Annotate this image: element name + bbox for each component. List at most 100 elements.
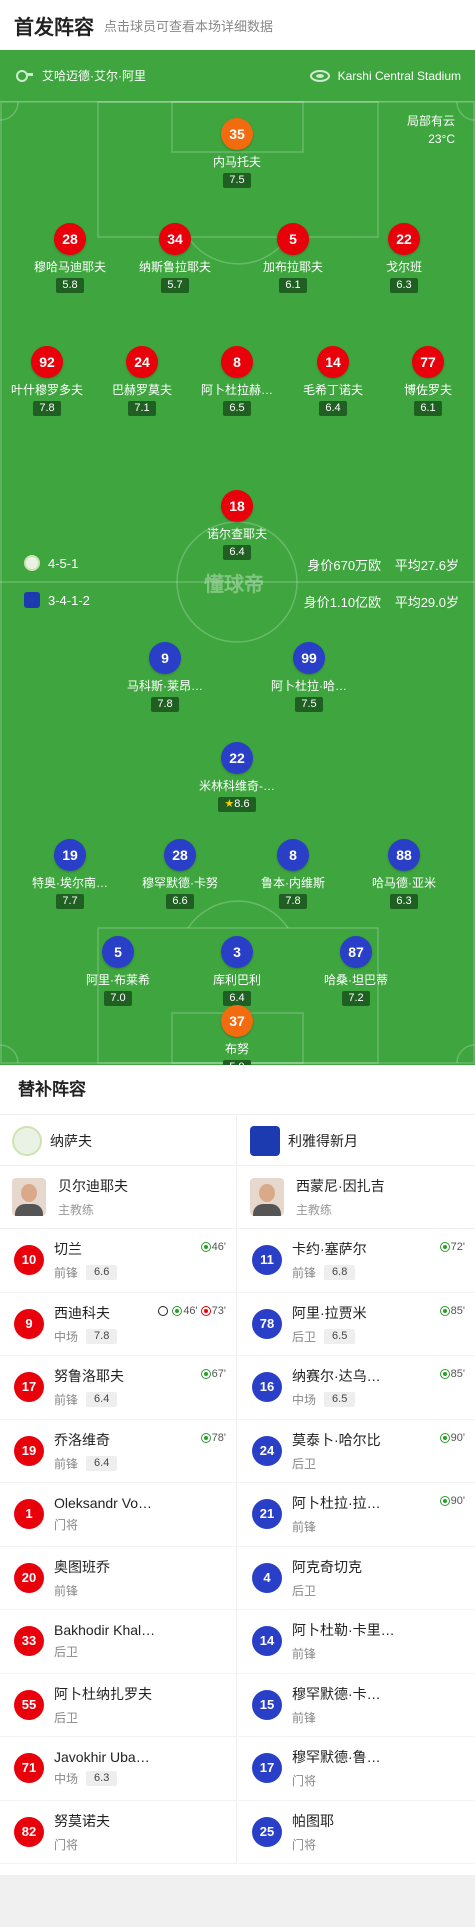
away-player[interactable]: 5 阿里·布莱希 7.0	[63, 936, 173, 1006]
substitution-event: 85'	[437, 1305, 465, 1317]
home-team-row[interactable]: 纳萨夫	[0, 1116, 236, 1166]
rating-value: 7.8	[285, 895, 301, 907]
jersey-number: 17	[252, 1753, 282, 1784]
substitute-row[interactable]: 82 努莫诺夫 门将	[0, 1801, 236, 1864]
away-player[interactable]: 19 特奥·埃尔南… 7.7	[15, 839, 125, 909]
away-formation: 3-4-1-2	[24, 592, 90, 608]
rating-value: 7.7	[62, 895, 78, 907]
home-player[interactable]: 24 巴赫罗莫夫 7.1	[87, 346, 197, 416]
player-rating: 7.1	[128, 401, 156, 416]
substitute-row[interactable]: 1 Oleksandr Vo… 门将	[0, 1483, 236, 1547]
player-rating: 6.1	[414, 401, 442, 416]
substitute-row[interactable]: 71 Javokhir Uba… 中场 6.3	[0, 1737, 236, 1801]
away-player[interactable]: 22 米林科维奇-… ★8.6	[182, 742, 292, 812]
substitute-row[interactable]: 55 阿卜杜纳扎罗夫 后卫	[0, 1674, 236, 1737]
player-rating: 6.6	[86, 1265, 118, 1281]
away-team-row[interactable]: 利雅得新月	[238, 1116, 475, 1166]
substitute-row[interactable]: 78 阿里·拉贾米 后卫 6.5 85'	[238, 1293, 475, 1356]
home-player[interactable]: 34 纳斯鲁拉耶夫 5.7	[120, 223, 230, 293]
jersey-number: 22	[388, 223, 420, 255]
away-player[interactable]: 8 鲁本·内维斯 7.8	[238, 839, 348, 909]
rating-value: 6.4	[229, 992, 245, 1004]
jersey-number: 24	[126, 346, 158, 378]
player-name: 切兰	[54, 1241, 82, 1258]
away-player[interactable]: 37布努5.9	[182, 1005, 292, 1065]
player-rating: 6.1	[279, 278, 307, 293]
substitute-row[interactable]: 14 阿卜杜勒·卡里… 前锋	[238, 1610, 475, 1674]
home-team-name: 纳萨夫	[50, 1132, 92, 1149]
away-player[interactable]: 87 哈桑·坦巴蒂 7.2	[301, 936, 411, 1006]
player-position: 后卫	[54, 1710, 79, 1725]
home-player[interactable]: 18 诺尔查耶夫 6.4	[182, 490, 292, 560]
player-rating: 7.5	[295, 697, 323, 712]
substitute-row[interactable]: 25 帕图耶 门将	[238, 1801, 475, 1864]
substitute-row[interactable]: 33 Bakhodir Khal… 后卫	[0, 1610, 236, 1674]
substitute-row[interactable]: 24 莫泰卜·哈尔比 后卫 90'	[238, 1420, 475, 1483]
sub-in-minute: 90'	[450, 1495, 465, 1507]
substitute-row[interactable]: 10 切兰 前锋 6.6 46'	[0, 1229, 236, 1293]
player-name: 布努	[224, 1042, 249, 1056]
player-name: 乔洛维奇	[54, 1431, 110, 1448]
player-position: 门将	[292, 1837, 317, 1852]
sub-in-icon	[439, 1369, 450, 1379]
substitute-row[interactable]: 20 奥图班乔 前锋	[0, 1547, 236, 1610]
player-name: 戈尔班	[385, 260, 422, 274]
sub-in-minute: 90'	[450, 1431, 465, 1444]
rating-value: 7.2	[348, 992, 364, 1004]
rating-value: 6.1	[285, 279, 301, 291]
lineup-title: 首发阵容	[14, 16, 94, 39]
player-rating: 5.7	[161, 278, 189, 293]
substitute-row[interactable]: 4 阿克奇切克 后卫	[238, 1547, 475, 1610]
player-rating: ★8.6	[218, 797, 256, 812]
away-player[interactable]: 3 库利巴利 6.4	[182, 936, 292, 1006]
home-player[interactable]: 77 博佐罗夫 6.1	[373, 346, 475, 416]
substitution-event: 46' 73'	[155, 1305, 226, 1317]
substitute-row[interactable]: 17 穆罕默德·鲁… 门将	[238, 1737, 475, 1801]
rating-value: 7.1	[134, 402, 150, 414]
jersey-number: 35	[221, 118, 253, 150]
home-coach[interactable]: 贝尔迪耶夫 主教练	[0, 1166, 236, 1229]
away-player[interactable]: 99 阿卜杜拉·哈… 7.5	[254, 642, 364, 712]
player-position: 前锋	[54, 1456, 79, 1471]
rating-value: 7.0	[110, 992, 126, 1004]
player-name: 纳斯鲁拉耶夫	[138, 260, 211, 274]
substitute-row[interactable]: 17 努鲁洛耶夫 前锋 6.4 67'	[0, 1356, 236, 1420]
home-player[interactable]: 28 穆哈马迪耶夫 5.8	[15, 223, 125, 293]
jersey-number: 9	[14, 1308, 44, 1339]
weather-temperature: 23°C	[428, 132, 455, 146]
substitute-row[interactable]: 11 卡约·塞萨尔 前锋 6.8 72'	[238, 1229, 475, 1293]
sub-in-icon	[439, 1242, 450, 1252]
player-rating: 6.5	[324, 1392, 356, 1408]
home-player[interactable]: 35 内马托夫 7.5	[182, 118, 292, 188]
coach-name: 西蒙尼·因扎吉	[296, 1178, 385, 1194]
jersey-number: 28	[164, 839, 196, 871]
rating-value: 7.5	[301, 698, 317, 710]
player-name: 纳赛尔·达乌…	[292, 1368, 381, 1385]
stadium-icon	[309, 69, 330, 83]
player-name: 毛希丁诺夫	[302, 383, 363, 397]
substitute-row[interactable]: 15 穆罕默德·卡… 前锋	[238, 1674, 475, 1737]
player-name: 帕图耶	[292, 1812, 334, 1829]
substitute-row[interactable]: 16 纳赛尔·达乌… 中场 6.5 85'	[238, 1356, 475, 1420]
jersey-number: 5	[277, 223, 309, 255]
player-position: 门将	[54, 1518, 79, 1533]
player-rating: 7.8	[33, 401, 61, 416]
coach-avatar	[12, 1178, 46, 1216]
home-player[interactable]: 5 加布拉耶夫 6.1	[238, 223, 348, 293]
sub-in-minute: 46'	[183, 1304, 198, 1317]
home-player[interactable]: 14 毛希丁诺夫 6.4	[278, 346, 388, 416]
substitute-row[interactable]: 21 阿卜杜拉·拉… 前锋 90'	[238, 1483, 475, 1547]
away-player[interactable]: 88 哈马德·亚米 6.3	[349, 839, 459, 909]
home-player[interactable]: 22 戈尔班 6.3	[349, 223, 459, 293]
away-player[interactable]: 9 马科斯·莱昂… 7.8	[110, 642, 220, 712]
player-name: 阿卜杜拉赫…	[200, 383, 273, 397]
player-position: 中场	[292, 1393, 317, 1408]
away-coach[interactable]: 西蒙尼·因扎吉 主教练	[238, 1166, 475, 1229]
player-position: 前锋	[292, 1266, 317, 1281]
home-player[interactable]: 8 阿卜杜拉赫… 6.5	[182, 346, 292, 416]
substitute-row[interactable]: 9 西迪科夫 中场 7.8 46' 73'	[0, 1293, 236, 1356]
player-name: 穆罕默德·卡努	[142, 876, 218, 890]
rating-value: 7.8	[157, 698, 173, 710]
substitute-row[interactable]: 19 乔洛维奇 前锋 6.4 78'	[0, 1420, 236, 1483]
away-player[interactable]: 28 穆罕默德·卡努 6.6	[125, 839, 235, 909]
